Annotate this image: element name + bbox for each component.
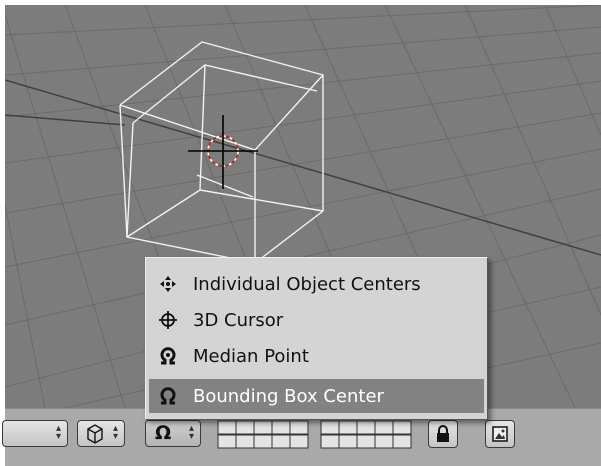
individual-centers-icon: [157, 273, 179, 295]
updown-arrows-icon: ▴ ▾: [188, 423, 194, 442]
3d-cursor: [188, 115, 258, 189]
median-point-icon: [157, 345, 179, 367]
updown-arrows-icon: ▴ ▾: [112, 423, 118, 442]
wire-cube-icon: [87, 424, 103, 444]
menu-item-individual-centers[interactable]: Individual Object Centers: [149, 267, 484, 301]
pivot-point-menu: Individual Object Centers 3D Cursor Medi…: [145, 257, 488, 420]
bounding-box-center-icon: Ω: [155, 422, 172, 444]
menu-item-median-point[interactable]: Median Point: [149, 339, 484, 373]
layer-buttons-group-2[interactable]: [320, 420, 414, 450]
lock-layers-button[interactable]: [428, 420, 458, 448]
3d-cursor-icon: [157, 309, 179, 331]
menu-item-label: Median Point: [193, 345, 309, 367]
bounding-box-center-icon: [157, 385, 179, 407]
menu-item-label: Bounding Box Center: [193, 385, 384, 407]
menu-item-label: 3D Cursor: [193, 309, 284, 331]
menu-item-label: Individual Object Centers: [193, 273, 421, 295]
menu-item-3d-cursor[interactable]: 3D Cursor: [149, 303, 484, 337]
pivot-point-select[interactable]: Ω ▴ ▾: [145, 420, 201, 447]
menu-item-bounding-box-center[interactable]: Bounding Box Center: [149, 379, 484, 413]
cube-wireframe: [119, 41, 324, 264]
axis-lines: [5, 79, 601, 256]
lock-icon: [437, 425, 449, 442]
shading-select[interactable]: ▴ ▾: [77, 420, 125, 447]
render-preview-button[interactable]: [485, 420, 515, 448]
layer-buttons-group-1[interactable]: [217, 420, 311, 450]
render-image-icon: [492, 426, 508, 442]
updown-arrows-icon: ▴ ▾: [55, 423, 61, 442]
draw-mode-select[interactable]: ▴ ▾: [2, 420, 68, 447]
